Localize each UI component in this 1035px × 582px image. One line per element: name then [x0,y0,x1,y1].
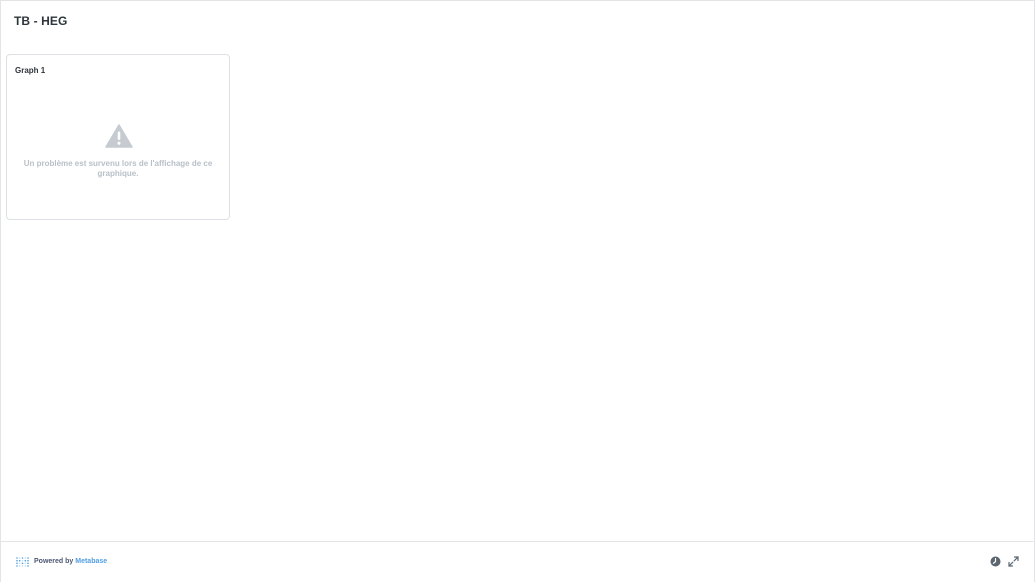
metabase-logo-icon[interactable] [16,557,29,567]
expand-icon[interactable] [1008,556,1019,567]
embed-footer: Powered by Metabase [1,541,1034,582]
card-error-message: Un problème est survenu lors de l'affich… [23,159,213,178]
powered-by-label: Powered by [34,558,74,565]
warning-triangle-icon [105,124,133,148]
powered-by-text: Powered by Metabase [34,558,107,565]
dashboard-frame: TB - HEG Graph 1 Un problème est survenu… [0,0,1035,582]
metabase-link[interactable]: Metabase [75,558,107,565]
clock-icon[interactable] [990,556,1001,567]
card-title[interactable]: Graph 1 [15,66,45,75]
dashboard-title: TB - HEG [14,14,68,28]
graph-card[interactable]: Graph 1 Un problème est survenu lors de … [6,54,230,220]
